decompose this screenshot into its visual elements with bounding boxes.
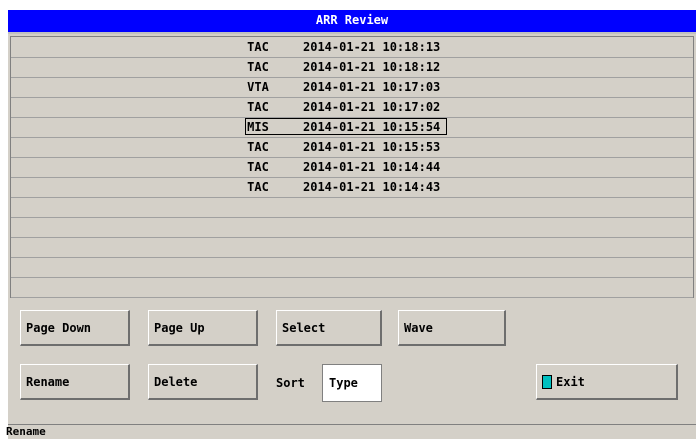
record-datetime: 2014-01-21 10:14:43 (303, 180, 441, 194)
exit-button[interactable]: Exit (536, 364, 678, 400)
table-row[interactable]: VTA 2014-01-21 10:17:03 (11, 77, 693, 98)
sort-select[interactable]: Type (322, 364, 382, 402)
rename-button[interactable]: Rename (20, 364, 130, 400)
record-datetime: 2014-01-21 10:18:12 (303, 60, 441, 74)
empty-row[interactable] (11, 257, 693, 278)
wave-button[interactable]: Wave (398, 310, 506, 346)
record-type: MIS (247, 120, 269, 134)
table-row[interactable]: TAC 2014-01-21 10:15:53 (11, 137, 693, 158)
record-datetime: 2014-01-21 10:17:03 (303, 80, 441, 94)
page-up-button[interactable]: Page Up (148, 310, 258, 346)
arr-record-list[interactable]: TAC 2014-01-21 10:18:13 TAC 2014-01-21 1… (10, 36, 694, 298)
table-row[interactable]: TAC 2014-01-21 10:14:44 (11, 157, 693, 178)
record-datetime: 2014-01-21 10:15:53 (303, 140, 441, 154)
exit-label: Exit (556, 375, 585, 389)
delete-button[interactable]: Delete (148, 364, 258, 400)
title-bar: ARR Review (8, 10, 696, 34)
empty-row[interactable] (11, 217, 693, 238)
table-row-selected[interactable]: MIS 2014-01-21 10:15:54 (11, 117, 693, 138)
record-type: VTA (247, 80, 269, 94)
record-type: TAC (247, 140, 269, 154)
record-type: TAC (247, 60, 269, 74)
table-row[interactable]: TAC 2014-01-21 10:14:43 (11, 177, 693, 198)
status-text: Rename (6, 425, 46, 438)
window-title: ARR Review (315, 13, 389, 27)
empty-row[interactable] (11, 277, 693, 298)
record-datetime: 2014-01-21 10:18:13 (303, 40, 441, 54)
record-type: TAC (247, 180, 269, 194)
empty-row[interactable] (11, 237, 693, 258)
arr-review-screen: ARR Review TAC 2014-01-21 10:18:13 TAC 2… (6, 10, 696, 439)
status-bar: Rename (6, 424, 696, 439)
exit-icon (542, 374, 552, 389)
sort-label: Sort (276, 376, 305, 390)
table-row[interactable]: TAC 2014-01-21 10:18:12 (11, 57, 693, 78)
record-datetime: 2014-01-21 10:14:44 (303, 160, 441, 174)
table-row[interactable]: TAC 2014-01-21 10:18:13 (11, 37, 693, 58)
table-row[interactable]: TAC 2014-01-21 10:17:02 (11, 97, 693, 118)
select-button[interactable]: Select (276, 310, 382, 346)
empty-row[interactable] (11, 197, 693, 218)
record-datetime: 2014-01-21 10:15:54 (303, 120, 441, 134)
page-down-button[interactable]: Page Down (20, 310, 130, 346)
record-type: TAC (247, 160, 269, 174)
record-type: TAC (247, 40, 269, 54)
record-datetime: 2014-01-21 10:17:02 (303, 100, 441, 114)
record-type: TAC (247, 100, 269, 114)
